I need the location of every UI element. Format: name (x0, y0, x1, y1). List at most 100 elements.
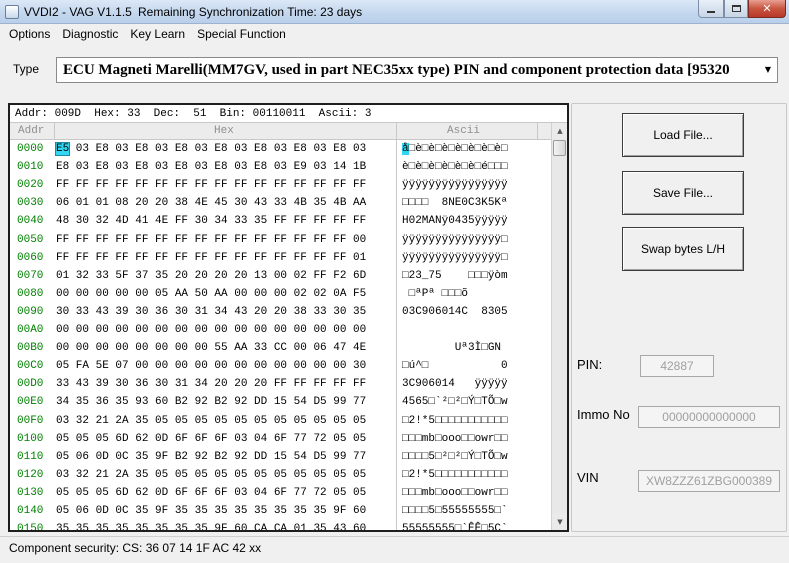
hex-row[interactable]: 00E0 34 35 36 35 93 60 B2 92 B2 92 DD 15 … (10, 393, 551, 411)
vertical-scrollbar[interactable]: ▲ ▼ (551, 123, 567, 530)
hex-row[interactable]: 00F0 03 32 21 2A 35 05 05 05 05 05 05 05 … (10, 412, 551, 430)
right-panel (571, 103, 787, 532)
minimize-button[interactable] (698, 0, 724, 18)
row-ascii[interactable]: 3C906014 ÿÿÿÿÿ (402, 375, 508, 393)
row-hex-bytes[interactable]: 05 05 05 6D 62 0D 6F 6F 6F 03 04 6F 77 7… (56, 430, 366, 448)
row-hex-bytes[interactable]: 05 FA 5E 07 00 00 00 00 00 00 00 00 00 0… (56, 357, 366, 375)
row-ascii[interactable]: è□è□è□è□è□è□é□□□ (402, 158, 508, 176)
row-hex-bytes[interactable]: 00 00 00 00 00 00 00 00 55 AA 33 CC 00 0… (56, 339, 366, 357)
row-hex-bytes[interactable]: 03 32 21 2A 35 05 05 05 05 05 05 05 05 0… (56, 412, 366, 430)
status-bar: Component security: CS: 36 07 14 1F AC 4… (0, 536, 789, 559)
menu-options[interactable]: Options (3, 24, 56, 44)
dropdown-arrow-icon[interactable]: ▼ (761, 59, 775, 81)
row-hex-bytes[interactable]: 35 35 35 35 35 35 35 35 9F 60 CA CA 01 3… (56, 520, 366, 530)
hex-editor[interactable]: Addr: 009D Hex: 33 Dec: 51 Bin: 00110011… (8, 103, 569, 532)
pin-label: PIN: (577, 357, 603, 372)
row-hex-bytes[interactable]: E8 03 E8 03 E8 03 E8 03 E8 03 E8 03 E9 0… (56, 158, 366, 176)
row-ascii[interactable]: □23_75 □□□ÿòm (402, 267, 508, 285)
row-ascii[interactable]: □□□□5□55555555□` (402, 502, 508, 520)
row-address: 0140 (17, 505, 44, 517)
hex-row[interactable]: 00B0 00 00 00 00 00 00 00 00 55 AA 33 CC … (10, 339, 551, 357)
hex-row[interactable]: 0070 01 32 33 5F 37 35 20 20 20 20 13 00 … (10, 267, 551, 285)
hex-row[interactable]: 0120 03 32 21 2A 35 05 05 05 05 05 05 05 … (10, 466, 551, 484)
pin-field[interactable]: 42887 (640, 355, 714, 377)
row-ascii[interactable]: ÿÿÿÿÿÿÿÿÿÿÿÿÿÿÿ□ (402, 231, 508, 249)
hex-row[interactable]: 0100 05 05 05 6D 62 0D 6F 6F 6F 03 04 6F … (10, 430, 551, 448)
row-hex-bytes[interactable]: 48 30 32 4D 41 4E FF 30 34 33 35 FF FF F… (56, 212, 366, 230)
maximize-button[interactable] (724, 0, 748, 18)
row-ascii[interactable]: □□□mb□ooo□□owr□□ (402, 430, 508, 448)
window-title: VVDI2 - VAG V1.1.5 (24, 5, 132, 19)
row-hex-bytes[interactable]: 05 06 0D 0C 35 9F B2 92 B2 92 DD 15 54 D… (56, 448, 366, 466)
scroll-thumb[interactable] (553, 140, 566, 156)
hex-row[interactable]: 0110 05 06 0D 0C 35 9F B2 92 B2 92 DD 15 … (10, 448, 551, 466)
row-hex-bytes[interactable]: 33 43 39 30 36 30 31 34 20 20 20 FF FF F… (56, 375, 366, 393)
row-ascii[interactable]: Uª3Ì□GN (402, 339, 501, 357)
hex-row[interactable]: 0060 FF FF FF FF FF FF FF FF FF FF FF FF … (10, 249, 551, 267)
row-ascii[interactable]: □2!*5□□□□□□□□□□□ (402, 412, 508, 430)
row-hex-bytes[interactable]: 03 32 21 2A 35 05 05 05 05 05 05 05 05 0… (56, 466, 366, 484)
selected-char[interactable]: å (402, 143, 409, 155)
hex-row[interactable]: 00D0 33 43 39 30 36 30 31 34 20 20 20 FF … (10, 375, 551, 393)
row-ascii[interactable]: 55555555□`ÊÊ□5C` (402, 520, 508, 530)
row-address: 0080 (17, 288, 44, 300)
hex-rows[interactable]: 0000 E5 03 E8 03 E8 03 E8 03 E8 03 E8 03 … (10, 140, 551, 530)
scroll-up-icon[interactable]: ▲ (552, 123, 567, 139)
menu-special-function[interactable]: Special Function (191, 24, 292, 44)
row-ascii[interactable]: □ú^□ 0 (402, 357, 508, 375)
row-ascii[interactable]: □□□□5□²□²□Ý□TÕ□w (402, 448, 508, 466)
vin-field[interactable]: XW8ZZZ61ZBG000389 (638, 470, 780, 492)
row-hex-bytes[interactable]: FF FF FF FF FF FF FF FF FF FF FF FF FF F… (56, 176, 366, 194)
row-hex-bytes[interactable]: 05 05 05 6D 62 0D 6F 6F 6F 03 04 6F 77 7… (56, 484, 366, 502)
row-ascii[interactable]: ÿÿÿÿÿÿÿÿÿÿÿÿÿÿÿÿ (402, 176, 508, 194)
hex-row[interactable]: 0150 35 35 35 35 35 35 35 35 9F 60 CA CA … (10, 520, 551, 530)
row-hex-bytes[interactable]: E5 03 E8 03 E8 03 E8 03 E8 03 E8 03 E8 0… (54, 140, 366, 158)
row-ascii[interactable]: □□□mb□ooo□□owr□□ (402, 484, 508, 502)
hex-row[interactable]: 0080 00 00 00 00 00 05 AA 50 AA 00 00 00 … (10, 285, 551, 303)
sync-time-text: Remaining Synchronization Time: 23 days (138, 5, 363, 19)
row-hex-bytes[interactable]: 34 35 36 35 93 60 B2 92 B2 92 DD 15 54 D… (56, 393, 366, 411)
row-address: 00C0 (17, 360, 44, 372)
row-hex-bytes[interactable]: 06 01 01 08 20 20 38 4E 45 30 43 33 4B 3… (56, 194, 366, 212)
row-ascii[interactable]: □□□□ 8NE0C3K5Kª (402, 194, 508, 212)
close-button[interactable]: ✕ (748, 0, 786, 18)
save-file-button[interactable]: Save File... (622, 171, 744, 215)
hex-row[interactable]: 0000 E5 03 E8 03 E8 03 E8 03 E8 03 E8 03 … (10, 140, 551, 158)
row-address: 0090 (17, 306, 44, 318)
hex-row[interactable]: 0090 30 33 43 39 30 36 30 31 34 43 20 20 … (10, 303, 551, 321)
row-ascii[interactable]: å□è□è□è□è□è□è□è□ (402, 140, 508, 158)
hex-row[interactable]: 0030 06 01 01 08 20 20 38 4E 45 30 43 33 … (10, 194, 551, 212)
maximize-icon (731, 5, 741, 12)
hex-row[interactable]: 00A0 00 00 00 00 00 00 00 00 00 00 00 00 … (10, 321, 551, 339)
hex-row[interactable]: 0040 48 30 32 4D 41 4E FF 30 34 33 35 FF … (10, 212, 551, 230)
hex-row[interactable]: 0020 FF FF FF FF FF FF FF FF FF FF FF FF … (10, 176, 551, 194)
row-hex-bytes[interactable]: 30 33 43 39 30 36 30 31 34 43 20 20 38 3… (56, 303, 366, 321)
menu-diagnostic[interactable]: Diagnostic (56, 24, 124, 44)
row-hex-bytes[interactable]: FF FF FF FF FF FF FF FF FF FF FF FF FF F… (56, 249, 366, 267)
row-ascii[interactable]: □ªPª □□□õ (402, 285, 468, 303)
immo-field[interactable]: 00000000000000 (638, 406, 780, 428)
row-hex-bytes[interactable]: FF FF FF FF FF FF FF FF FF FF FF FF FF F… (56, 231, 366, 249)
row-ascii[interactable]: 03C906014C 8305 (402, 303, 508, 321)
row-ascii[interactable]: ÿÿÿÿÿÿÿÿÿÿÿÿÿÿÿ□ (402, 249, 508, 267)
load-file-button[interactable]: Load File... (622, 113, 744, 157)
row-ascii[interactable]: □2!*5□□□□□□□□□□□ (402, 466, 508, 484)
hex-row[interactable]: 0140 05 06 0D 0C 35 9F 35 35 35 35 35 35 … (10, 502, 551, 520)
hex-column-header: Addr Hex Ascii (10, 123, 551, 140)
hex-row[interactable]: 0050 FF FF FF FF FF FF FF FF FF FF FF FF … (10, 231, 551, 249)
row-hex-bytes[interactable]: 00 00 00 00 00 05 AA 50 AA 00 00 00 02 0… (56, 285, 366, 303)
type-select[interactable]: ECU Magneti Marelli(MM7GV, used in part … (56, 57, 778, 83)
hex-row[interactable]: 0010 E8 03 E8 03 E8 03 E8 03 E8 03 E8 03 … (10, 158, 551, 176)
hex-row[interactable]: 00C0 05 FA 5E 07 00 00 00 00 00 00 00 00 … (10, 357, 551, 375)
minimize-icon (707, 10, 715, 13)
row-ascii[interactable]: 4565□`²□²□Ý□TÕ□w (402, 393, 508, 411)
selected-byte[interactable]: E5 (54, 142, 71, 156)
swap-bytes-button[interactable]: Swap bytes L/H (622, 227, 744, 271)
row-hex-bytes[interactable]: 01 32 33 5F 37 35 20 20 20 20 13 00 02 F… (56, 267, 366, 285)
row-hex-bytes[interactable]: 00 00 00 00 00 00 00 00 00 00 00 00 00 0… (56, 321, 366, 339)
row-hex-bytes[interactable]: 05 06 0D 0C 35 9F 35 35 35 35 35 35 35 3… (56, 502, 366, 520)
row-ascii[interactable]: H02MANÿ0435ÿÿÿÿÿ (402, 212, 508, 230)
scroll-down-icon[interactable]: ▼ (552, 514, 567, 530)
hex-row[interactable]: 0130 05 05 05 6D 62 0D 6F 6F 6F 03 04 6F … (10, 484, 551, 502)
menu-key-learn[interactable]: Key Learn (124, 24, 191, 44)
